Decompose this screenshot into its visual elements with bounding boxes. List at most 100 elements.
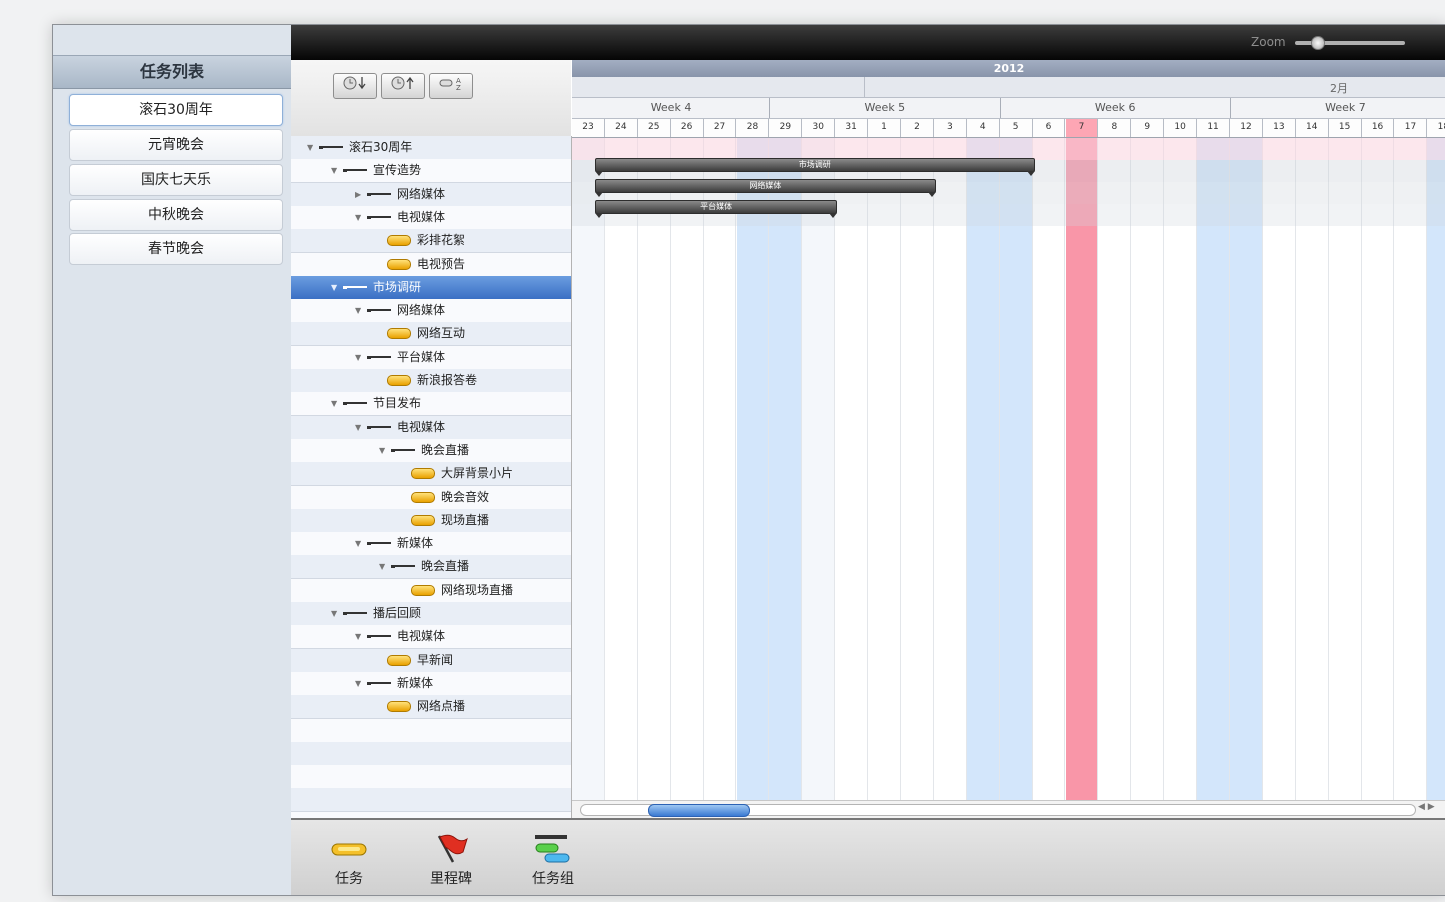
group-row[interactable]: ▼ 新媒体 — [291, 671, 571, 696]
group-row[interactable]: ▼ 播后回顾 — [291, 602, 571, 626]
group-row[interactable]: ▼ 电视媒体 — [291, 415, 571, 440]
task-row[interactable]: 现场直播 — [291, 508, 571, 533]
timeline-month-row: 2月 — [572, 77, 1445, 98]
day-column — [1131, 138, 1165, 800]
expand-up-icon[interactable] — [381, 73, 425, 99]
disclosure-collapsed-icon[interactable]: ▶ — [355, 183, 361, 206]
group-label: 新媒体 — [397, 675, 434, 690]
group-icon — [367, 309, 391, 313]
group-row[interactable]: ▼ 节目发布 — [291, 392, 571, 417]
disclosure-expanded-icon[interactable]: ▼ — [379, 439, 385, 462]
task-row[interactable]: 电视预告 — [291, 252, 571, 277]
disclosure-expanded-icon[interactable]: ▼ — [331, 159, 337, 182]
day-column — [572, 138, 605, 800]
week-label: Week 5 — [864, 101, 906, 114]
disclosure-expanded-icon[interactable]: ▼ — [355, 206, 361, 229]
week-divider — [1230, 98, 1231, 118]
group-row[interactable]: ▼ 平台媒体 — [291, 345, 571, 370]
add-milestone-button[interactable]: 里程碑 — [421, 832, 481, 888]
day-label: 4 — [967, 119, 1000, 137]
group-row[interactable]: ▼ 市场调研 — [291, 275, 571, 300]
day-column — [802, 138, 836, 800]
week-label: Week 6 — [1094, 101, 1136, 114]
task-row[interactable]: 早新闻 — [291, 648, 571, 673]
group-row[interactable]: ▼ 电视媒体 — [291, 625, 571, 650]
day-column — [638, 138, 671, 800]
day-label: 16 — [1362, 119, 1395, 137]
collapse-down-icon[interactable] — [333, 73, 377, 99]
group-row[interactable]: ▼ 网络媒体 — [291, 299, 571, 324]
group-icon — [391, 448, 415, 452]
disclosure-expanded-icon[interactable]: ▼ — [355, 625, 361, 648]
group-row[interactable]: ▶ 网络媒体 — [291, 182, 571, 207]
day-label: 12 — [1230, 119, 1263, 137]
disclosure-expanded-icon[interactable]: ▼ — [355, 416, 361, 439]
group-row[interactable]: ▼ 宣传造势 — [291, 159, 571, 184]
disclosure-expanded-icon[interactable]: ▼ — [331, 276, 337, 299]
disclosure-expanded-icon[interactable]: ▼ — [355, 672, 361, 695]
project-item-rolling-stone[interactable]: 滚石30周年 — [69, 94, 283, 126]
task-label: 早新闻 — [417, 652, 454, 667]
project-item-spring-gala[interactable]: 春节晚会 — [69, 233, 283, 265]
zoom-slider-knob[interactable] — [1311, 36, 1325, 50]
day-column — [868, 138, 901, 800]
task-icon — [329, 832, 369, 868]
week-divider — [769, 98, 771, 118]
day-label: 13 — [1263, 119, 1296, 137]
group-row[interactable]: ▼ 晚会直播 — [291, 555, 571, 580]
group-label: 网络媒体 — [397, 303, 446, 318]
task-row[interactable]: 大屏背景小片 — [291, 462, 571, 487]
task-icon — [387, 701, 411, 713]
group-label: 晚会直播 — [421, 559, 470, 574]
group-row[interactable]: ▼ 晚会直播 — [291, 438, 571, 463]
horizontal-scrollbar[interactable]: ◀ ▶ — [572, 800, 1445, 819]
day-label: 28 — [737, 119, 770, 137]
disclosure-expanded-icon[interactable]: ▼ — [379, 555, 385, 578]
group-row[interactable]: ▼ 电视媒体 — [291, 205, 571, 230]
disclosure-expanded-icon[interactable]: ▼ — [355, 299, 361, 322]
disclosure-expanded-icon[interactable]: ▼ — [331, 392, 337, 415]
flag-icon — [421, 832, 481, 868]
task-row[interactable]: 晚会音效 — [291, 485, 571, 510]
task-row[interactable]: 新浪报答卷 — [291, 369, 571, 393]
day-label: 31 — [835, 119, 869, 137]
task-icon — [411, 468, 435, 480]
task-row[interactable]: 网络点播 — [291, 695, 571, 720]
project-item-national-day[interactable]: 国庆七天乐 — [69, 164, 283, 196]
week-label: Week 4 — [650, 101, 692, 114]
disclosure-expanded-icon[interactable]: ▼ — [355, 346, 361, 369]
task-label: 彩排花絮 — [417, 233, 466, 248]
task-row[interactable]: 网络互动 — [291, 322, 571, 347]
gantt-group-bar[interactable]: 网络媒体 — [595, 179, 936, 197]
gantt-group-bar[interactable]: 平台媒体 — [595, 200, 838, 218]
gantt-group-bar[interactable]: 市场调研 — [595, 158, 1035, 176]
project-item-lantern-gala[interactable]: 元宵晚会 — [69, 129, 283, 161]
add-milestone-label: 里程碑 — [430, 871, 472, 887]
disclosure-expanded-icon[interactable]: ▼ — [355, 532, 361, 555]
day-column — [671, 138, 704, 800]
add-taskgroup-button[interactable]: 任务组 — [523, 832, 583, 888]
task-row[interactable]: 网络现场直播 — [291, 578, 571, 603]
scroll-arrows-icon[interactable]: ◀ ▶ — [1418, 802, 1435, 812]
task-icon — [411, 491, 435, 503]
task-row[interactable]: 彩排花絮 — [291, 229, 571, 254]
disclosure-expanded-icon[interactable]: ▼ — [307, 136, 313, 159]
group-icon — [367, 355, 391, 359]
group-icon — [343, 612, 367, 615]
empty-row — [291, 765, 571, 790]
day-column — [1296, 138, 1329, 800]
scroll-thumb[interactable] — [648, 804, 750, 817]
day-label: 3 — [934, 119, 967, 137]
day-label: 6 — [1033, 119, 1066, 137]
week-divider — [999, 98, 1001, 118]
disclosure-expanded-icon[interactable]: ▼ — [331, 602, 337, 625]
group-row[interactable]: ▼ 滚石30周年 — [291, 136, 571, 160]
add-task-button[interactable]: 任务 — [329, 832, 369, 888]
day-label: 10 — [1164, 119, 1198, 137]
project-item-mid-autumn[interactable]: 中秋晚会 — [69, 199, 283, 231]
project-sidebar: 任务列表 滚石30周年 元宵晚会 国庆七天乐 中秋晚会 春节晚会 — [53, 25, 292, 895]
task-label: 现场直播 — [441, 512, 490, 527]
group-row[interactable]: ▼ 新媒体 — [291, 532, 571, 557]
task-label: 网络现场直播 — [441, 582, 514, 597]
sort-icon[interactable]: AZ — [429, 73, 473, 99]
